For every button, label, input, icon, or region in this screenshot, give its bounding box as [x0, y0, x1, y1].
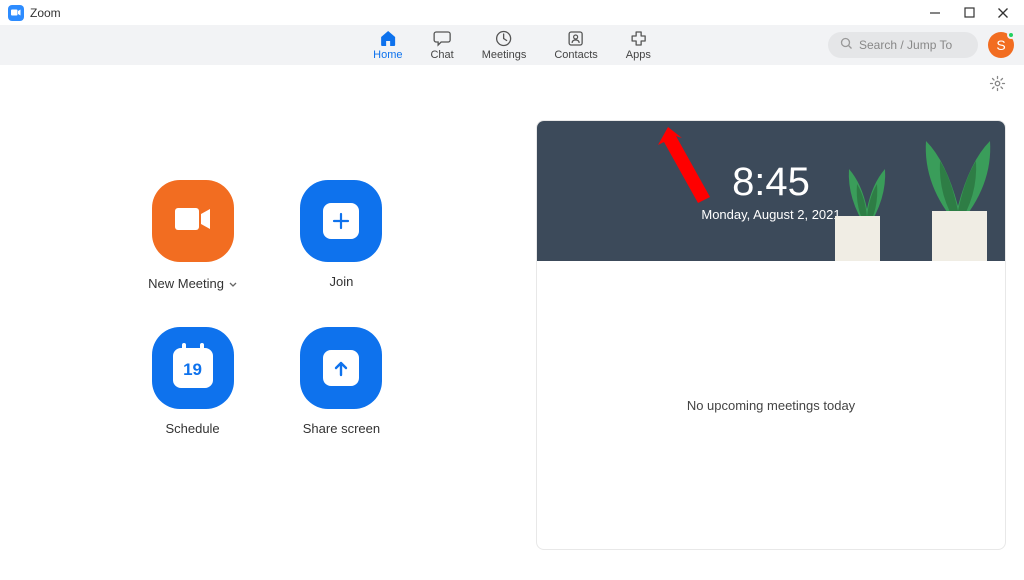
top-nav-bar: Home Chat Meetings Contacts Apps — [0, 25, 1024, 65]
top-bar-right: Search / Jump To S — [828, 32, 1014, 58]
search-placeholder: Search / Jump To — [859, 38, 952, 52]
tab-meetings[interactable]: Meetings — [482, 30, 527, 61]
pot-decoration — [932, 211, 987, 261]
pot-decoration — [835, 216, 880, 261]
share-icon — [323, 350, 359, 386]
clock-icon — [494, 30, 514, 48]
no-meetings-text: No upcoming meetings today — [687, 398, 855, 413]
title-bar: Zoom — [0, 0, 1024, 25]
actions-panel: New Meeting Join 19 — [8, 80, 526, 580]
chevron-down-icon — [229, 274, 237, 292]
minimize-button[interactable] — [926, 4, 944, 22]
video-icon — [173, 205, 213, 238]
join-button[interactable] — [300, 180, 382, 262]
main-content: New Meeting Join 19 — [0, 65, 1024, 580]
title-bar-left: Zoom — [8, 5, 61, 21]
settings-button[interactable] — [989, 75, 1006, 97]
share-screen-label: Share screen — [303, 421, 380, 436]
zoom-logo-icon — [8, 5, 24, 21]
apps-icon — [628, 30, 648, 48]
presence-indicator — [1007, 31, 1015, 39]
avatar-initial: S — [996, 37, 1005, 53]
window-controls — [926, 4, 1016, 22]
home-icon — [378, 30, 398, 48]
close-button[interactable] — [994, 4, 1012, 22]
new-meeting-button[interactable] — [152, 180, 234, 262]
window-title: Zoom — [30, 6, 61, 20]
contacts-icon — [566, 30, 586, 48]
search-input[interactable]: Search / Jump To — [828, 32, 978, 58]
action-schedule: 19 Schedule — [148, 327, 237, 436]
new-meeting-label-row[interactable]: New Meeting — [148, 274, 237, 292]
chat-icon — [432, 30, 452, 48]
share-screen-button[interactable] — [300, 327, 382, 409]
tab-contacts[interactable]: Contacts — [554, 30, 597, 61]
maximize-button[interactable] — [960, 4, 978, 22]
calendar-hero: 8:45 Monday, August 2, 2021 — [537, 121, 1005, 261]
nav-tabs: Home Chat Meetings Contacts Apps — [373, 30, 651, 61]
plus-icon — [323, 203, 359, 239]
tab-home[interactable]: Home — [373, 30, 402, 61]
avatar[interactable]: S — [988, 32, 1014, 58]
join-label: Join — [330, 274, 354, 289]
tab-chat[interactable]: Chat — [430, 30, 453, 61]
action-share-screen: Share screen — [297, 327, 386, 436]
search-icon — [840, 37, 853, 53]
action-join: Join — [297, 180, 386, 292]
calendar-card: 8:45 Monday, August 2, 2021 No upcoming … — [536, 120, 1006, 550]
schedule-button[interactable]: 19 — [152, 327, 234, 409]
calendar-icon: 19 — [173, 348, 213, 388]
new-meeting-label: New Meeting — [148, 276, 224, 291]
clock-time: 8:45 — [732, 160, 810, 205]
action-new-meeting: New Meeting — [148, 180, 237, 292]
calendar-panel: 8:45 Monday, August 2, 2021 No upcoming … — [526, 80, 1016, 580]
clock-date: Monday, August 2, 2021 — [701, 207, 840, 222]
upcoming-meetings: No upcoming meetings today — [537, 261, 1005, 549]
tab-apps[interactable]: Apps — [626, 30, 651, 61]
schedule-label: Schedule — [165, 421, 219, 436]
